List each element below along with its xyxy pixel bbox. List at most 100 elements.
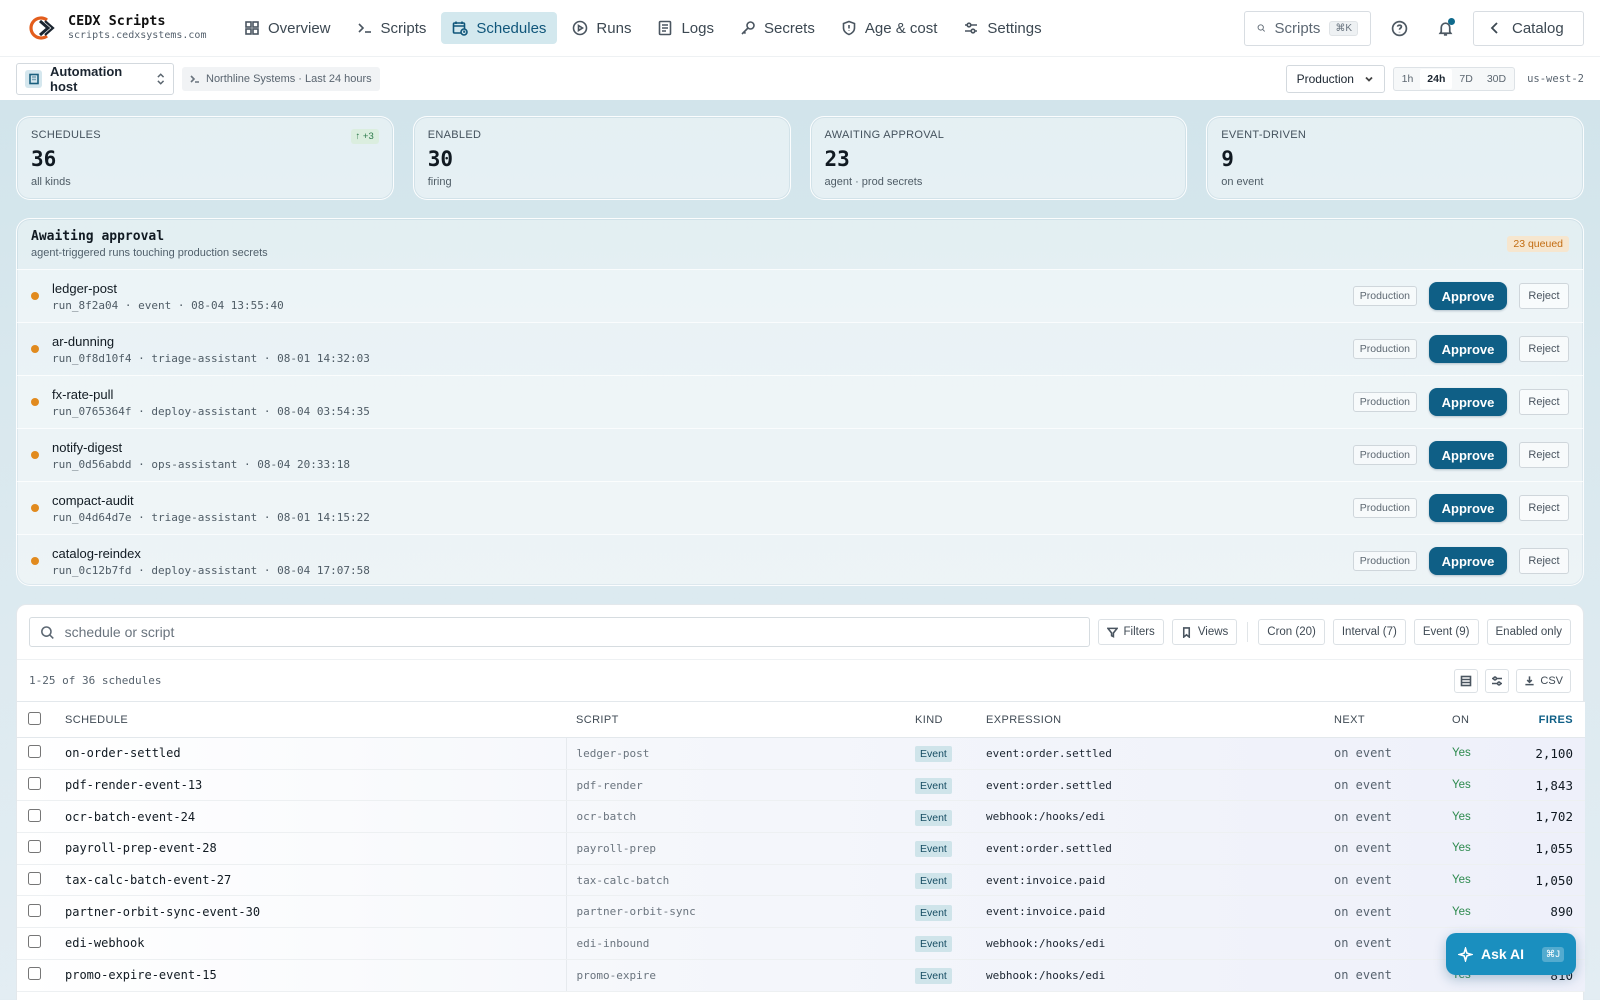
approve-button[interactable]: Approve <box>1429 282 1507 310</box>
filter-interval[interactable]: Interval (7) <box>1332 619 1406 645</box>
environment-badge: Production <box>1352 339 1417 359</box>
row-checkbox[interactable] <box>28 777 41 791</box>
nav-secrets[interactable]: Secrets <box>729 12 826 44</box>
script-name[interactable]: ocr-batch <box>566 800 915 834</box>
notifications-button[interactable] <box>1427 10 1463 46</box>
stat-card-enabled[interactable]: ENABLED 30 firing <box>412 116 791 200</box>
row-checkbox[interactable] <box>28 808 41 822</box>
schedule-name[interactable]: promo-expire-event-15 <box>55 959 567 992</box>
run-script-name[interactable]: notify-digest <box>52 440 350 455</box>
host-selector[interactable]: Automation host <box>16 62 174 95</box>
script-name[interactable]: pdf-render <box>566 769 915 802</box>
range-24h[interactable]: 24h <box>1420 68 1453 89</box>
schedule-name[interactable]: payroll-prep-event-28 <box>55 832 567 865</box>
column-header-fires[interactable]: FIRES <box>1497 701 1585 738</box>
pending-status-dot <box>31 451 39 459</box>
schedule-name[interactable]: on-order-settled <box>55 737 567 770</box>
filters-button[interactable]: Filters <box>1097 619 1164 645</box>
schedule-name[interactable]: tax-calc-batch-event-27 <box>55 864 567 897</box>
views-button[interactable]: Views <box>1171 619 1238 645</box>
reject-button[interactable]: Reject <box>1519 495 1569 521</box>
nav-runs[interactable]: Runs <box>561 12 642 44</box>
stat-card-awaiting-approval[interactable]: AWAITING APPROVAL 23 agent · prod secret… <box>809 116 1188 200</box>
approve-button[interactable]: Approve <box>1429 388 1507 416</box>
table-toolbar: Filters Views Cron (20) Interval (7) Eve… <box>17 605 1583 659</box>
reject-button[interactable]: Reject <box>1519 283 1569 309</box>
table-row[interactable]: partner-orbit-sync-event-30 partner-orbi… <box>17 895 1585 929</box>
approve-button[interactable]: Approve <box>1429 441 1507 469</box>
run-script-name[interactable]: ar-dunning <box>52 334 370 349</box>
nav-logs[interactable]: Logs <box>646 12 725 44</box>
select-all-checkbox[interactable] <box>28 711 41 725</box>
approve-button[interactable]: Approve <box>1429 494 1507 522</box>
reject-button[interactable]: Reject <box>1519 548 1569 574</box>
schedule-name[interactable]: edi-webhook <box>55 927 567 960</box>
range-1h[interactable]: 1h <box>1395 69 1421 89</box>
approve-button[interactable]: Approve <box>1429 335 1507 363</box>
script-name[interactable]: edi-inbound <box>566 927 915 960</box>
export-csv-button[interactable]: CSV <box>1516 668 1571 693</box>
trend-badge: ↑ +3 <box>350 129 379 144</box>
table-row[interactable]: on-order-settled ledger-post Event event… <box>17 737 1585 770</box>
density-button[interactable] <box>1454 668 1479 693</box>
catalog-button[interactable]: Catalog <box>1473 10 1584 46</box>
schedule-search[interactable] <box>29 617 1090 647</box>
range-30d[interactable]: 30D <box>1480 69 1513 89</box>
reject-button[interactable]: Reject <box>1519 336 1569 362</box>
approve-button[interactable]: Approve <box>1429 547 1507 575</box>
environment-select[interactable]: Production <box>1285 64 1385 93</box>
brand[interactable]: CEDX Scripts scripts.cedxsystems.com <box>28 14 233 42</box>
script-name[interactable]: tax-calc-batch <box>566 864 915 897</box>
nav-schedules[interactable]: Schedules <box>441 12 558 44</box>
global-search-button[interactable]: Scripts ⌘K <box>1244 10 1371 46</box>
row-checkbox[interactable] <box>28 872 41 886</box>
run-script-name[interactable]: ledger-post <box>52 281 284 296</box>
range-7d[interactable]: 7D <box>1452 69 1479 89</box>
filter-enabled-only[interactable]: Enabled only <box>1486 619 1571 645</box>
column-header-next[interactable]: NEXT <box>1334 701 1452 738</box>
table-row[interactable]: promo-expire-event-15 promo-expire Event… <box>17 959 1585 992</box>
column-header-script[interactable]: SCRIPT <box>566 701 915 738</box>
ask-ai-button[interactable]: Ask AI ⌘J <box>1446 933 1576 975</box>
columns-button[interactable] <box>1485 668 1510 693</box>
column-header-kind[interactable]: KIND <box>915 701 986 738</box>
script-name[interactable]: ledger-post <box>566 737 915 770</box>
run-script-name[interactable]: catalog-reindex <box>52 546 370 561</box>
notification-dot <box>1448 18 1455 25</box>
table-row[interactable]: tax-calc-batch-event-27 tax-calc-batch E… <box>17 864 1585 897</box>
search-shortcut: ⌘K <box>1329 20 1358 36</box>
filter-event[interactable]: Event (9) <box>1413 619 1479 645</box>
reject-button[interactable]: Reject <box>1519 389 1569 415</box>
reject-button[interactable]: Reject <box>1519 442 1569 468</box>
column-header-schedule[interactable]: SCHEDULE <box>55 701 566 738</box>
nav-overview[interactable]: Overview <box>233 12 342 44</box>
schedule-name[interactable]: partner-orbit-sync-event-30 <box>55 895 567 929</box>
run-script-name[interactable]: fx-rate-pull <box>52 387 370 402</box>
table-row[interactable]: pdf-render-event-13 pdf-render Event eve… <box>17 769 1585 802</box>
row-checkbox[interactable] <box>28 967 41 981</box>
stat-card-event-driven[interactable]: EVENT-DRIVEN 9 on event <box>1206 116 1584 200</box>
column-header-expression[interactable]: EXPRESSION <box>986 701 1334 738</box>
schedule-search-input[interactable] <box>64 624 1079 640</box>
filter-icon <box>1106 627 1118 638</box>
run-script-name[interactable]: compact-audit <box>52 493 370 508</box>
table-row[interactable]: ocr-batch-event-24 ocr-batch Event webho… <box>17 800 1585 834</box>
script-name[interactable]: promo-expire <box>566 959 915 992</box>
filter-cron[interactable]: Cron (20) <box>1258 619 1325 645</box>
schedule-name[interactable]: ocr-batch-event-24 <box>55 800 567 834</box>
table-row[interactable]: edi-webhook edi-inbound Event webhook:/h… <box>17 927 1585 960</box>
row-checkbox[interactable] <box>28 935 41 949</box>
schedule-name[interactable]: pdf-render-event-13 <box>55 769 567 802</box>
nav-settings[interactable]: Settings <box>952 12 1052 44</box>
nav-age-cost[interactable]: Age & cost <box>830 12 949 44</box>
table-row[interactable]: payroll-prep-event-28 payroll-prep Event… <box>17 832 1585 865</box>
help-button[interactable] <box>1381 10 1417 46</box>
stat-card-schedules[interactable]: SCHEDULES 36 all kinds ↑ +3 <box>16 116 394 200</box>
row-checkbox[interactable] <box>28 840 41 854</box>
script-name[interactable]: partner-orbit-sync <box>566 895 915 929</box>
column-header-on[interactable]: ON <box>1452 701 1497 738</box>
nav-scripts[interactable]: Scripts <box>346 12 438 44</box>
script-name[interactable]: payroll-prep <box>566 832 915 865</box>
row-checkbox[interactable] <box>28 903 41 917</box>
row-checkbox[interactable] <box>28 745 41 759</box>
